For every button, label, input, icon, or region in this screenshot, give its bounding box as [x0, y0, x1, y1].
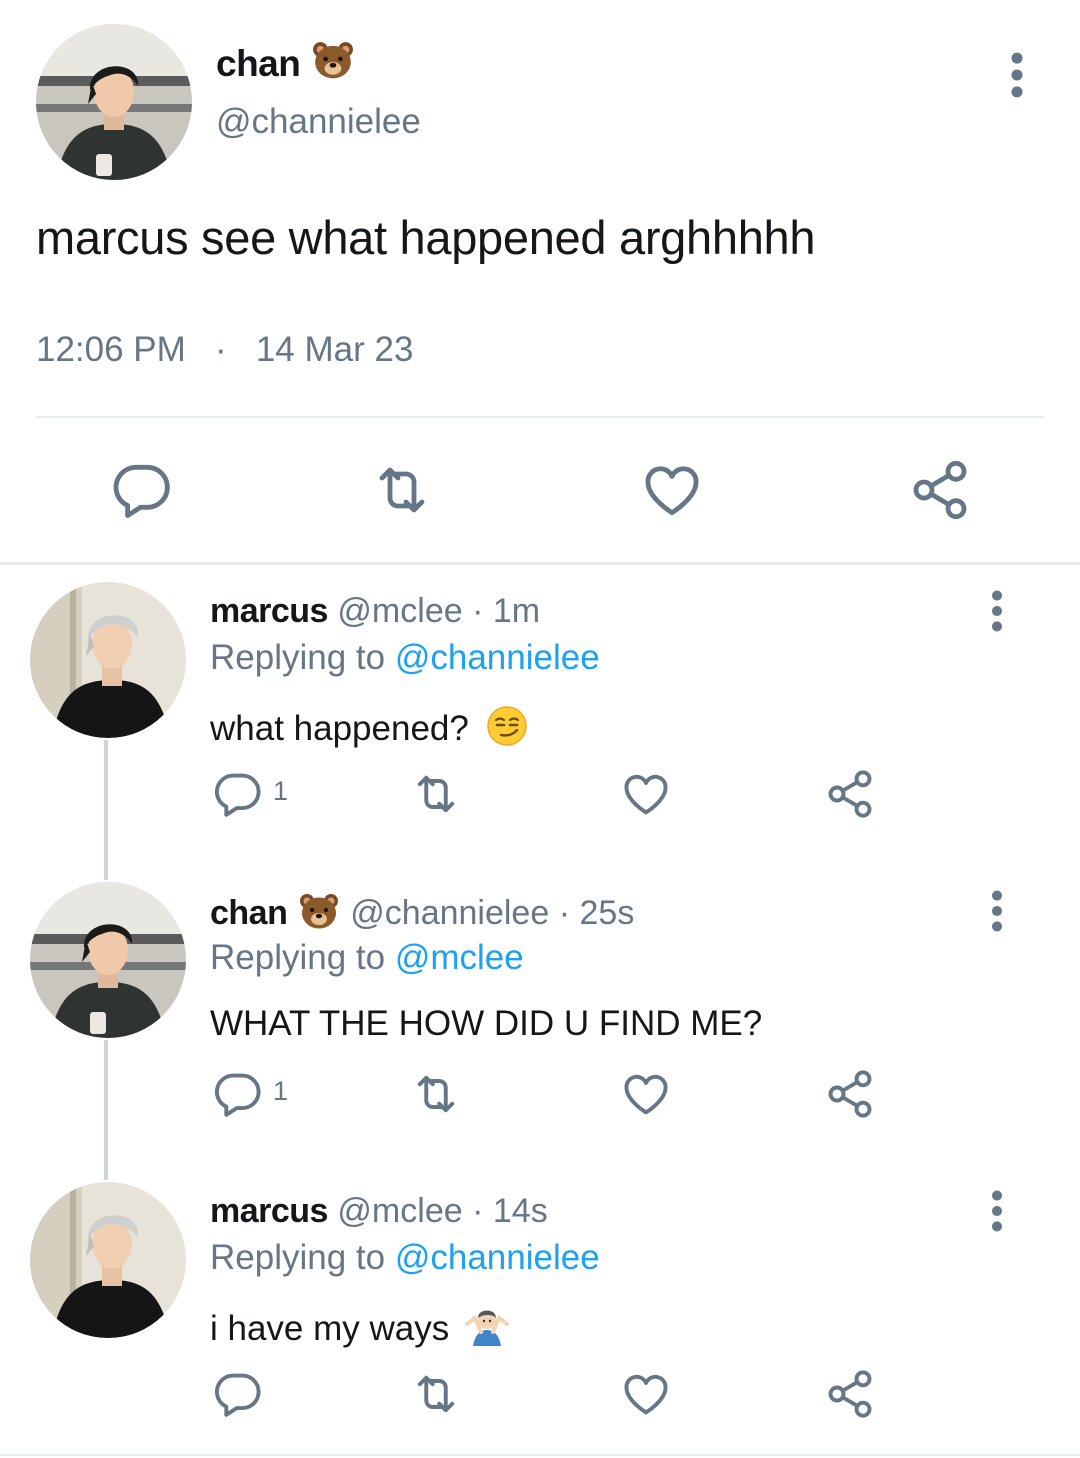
reply-tweet[interactable]: chan @channielee · 25s Replying to @mcle…: [0, 864, 1080, 1164]
mention-link[interactable]: @channielee: [395, 638, 600, 677]
share-icon[interactable]: [824, 1068, 876, 1120]
reply-time: 14s: [492, 1192, 548, 1230]
author-handle[interactable]: @mclee: [337, 1192, 462, 1230]
avatar-chan[interactable]: [36, 24, 192, 180]
author-handle[interactable]: @channielee: [216, 102, 421, 142]
reply-text: i have my ways: [210, 1304, 509, 1349]
divider: [36, 416, 1044, 418]
reply-text-content: WHAT THE HOW DID U FIND ME?: [210, 1004, 763, 1043]
author-name[interactable]: marcus: [210, 592, 328, 630]
author-handle[interactable]: @mclee: [337, 592, 462, 630]
replying-label: Replying to: [210, 638, 386, 677]
reply-text: what happened?: [210, 704, 529, 749]
more-options-icon[interactable]: [982, 890, 1012, 932]
avatar-marcus[interactable]: [30, 1182, 186, 1338]
reply-text-content: what happened?: [210, 709, 469, 748]
share-icon[interactable]: [824, 768, 876, 820]
retweet-icon[interactable]: [370, 458, 434, 522]
author-name[interactable]: marcus: [210, 1192, 328, 1230]
replying-to: Replying to @channielee: [210, 638, 600, 678]
mention-link[interactable]: @mclee: [395, 938, 524, 977]
tweet-time: 12:06 PM: [36, 330, 186, 369]
tweet-timestamp[interactable]: 12:06 PM · 14 Mar 23: [36, 330, 413, 370]
divider: [0, 1454, 1080, 1456]
replying-label: Replying to: [210, 1238, 386, 1277]
meta-separator: ·: [558, 894, 571, 932]
author-name[interactable]: chan: [210, 894, 288, 932]
more-options-icon[interactable]: [982, 1190, 1012, 1232]
like-icon[interactable]: [620, 768, 672, 820]
reply-icon[interactable]: [110, 458, 174, 522]
like-icon[interactable]: [620, 1068, 672, 1120]
person-shrugging-emoji: [464, 1304, 509, 1348]
avatar-marcus[interactable]: [30, 582, 186, 738]
mention-link[interactable]: @channielee: [395, 1238, 600, 1277]
like-icon[interactable]: [620, 1368, 672, 1420]
share-icon[interactable]: [908, 458, 972, 522]
author-name: chan: [216, 43, 301, 84]
reply-count: 1: [273, 776, 289, 806]
reply-header: chan @channielee · 25s: [210, 892, 634, 933]
tweet-date: 14 Mar 23: [255, 330, 414, 369]
replying-label: Replying to: [210, 938, 386, 977]
more-options-icon[interactable]: [1000, 52, 1034, 98]
replying-to: Replying to @mclee: [210, 938, 524, 978]
avatar-chan[interactable]: [30, 882, 186, 1038]
reply-icon[interactable]: [212, 1368, 264, 1420]
author-handle[interactable]: @channielee: [350, 894, 549, 932]
reply-tweet[interactable]: marcus @mclee · 14s Replying to @channie…: [0, 1164, 1080, 1458]
like-icon[interactable]: [640, 458, 704, 522]
reply-count: 1: [273, 1076, 289, 1106]
replying-to: Replying to @channielee: [210, 1238, 600, 1278]
reply-icon[interactable]: [212, 768, 264, 820]
meta-separator: ·: [472, 592, 484, 630]
retweet-icon[interactable]: [410, 1068, 462, 1120]
reply-icon[interactable]: [212, 1068, 264, 1120]
reply-text-content: i have my ways: [210, 1309, 450, 1348]
tweet-text: marcus see what happened arghhhhh: [36, 211, 816, 264]
reply-tweet[interactable]: marcus @mclee · 1m Replying to @channiel…: [0, 564, 1080, 864]
smirking-face-emoji: [485, 704, 529, 748]
meta-separator: ·: [472, 1192, 484, 1230]
share-icon[interactable]: [824, 1368, 876, 1420]
timestamp-separator: ·: [215, 330, 227, 369]
more-options-icon[interactable]: [982, 590, 1012, 632]
bear-face-emoji: [312, 40, 354, 80]
main-tweet: chan @channielee marcus see what happene…: [0, 0, 1080, 562]
retweet-icon[interactable]: [410, 768, 462, 820]
reply-time: 1m: [492, 592, 541, 630]
author-display-name[interactable]: chan: [216, 40, 354, 85]
reply-time: 25s: [579, 894, 635, 932]
reply-header: marcus @mclee · 14s: [210, 1192, 548, 1231]
reply-text: WHAT THE HOW DID U FIND ME?: [210, 1004, 762, 1044]
retweet-icon[interactable]: [410, 1368, 462, 1420]
reply-header: marcus @mclee · 1m: [210, 592, 540, 631]
bear-face-emoji: [299, 892, 339, 930]
